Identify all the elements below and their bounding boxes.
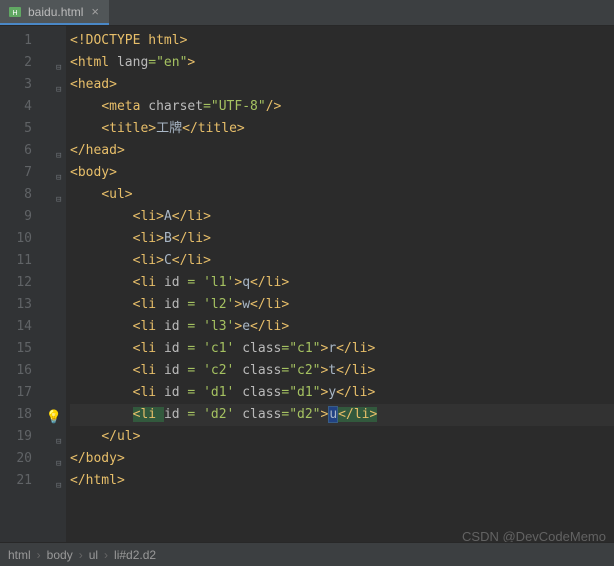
code-area[interactable]: <!DOCTYPE html> ⊟<html lang="en"> ⊟<head… xyxy=(50,26,614,542)
tab-bar: H baidu.html × xyxy=(0,0,614,26)
code-line[interactable]: ⊟<head> xyxy=(70,74,614,96)
code-line[interactable]: <title>工牌</title> xyxy=(70,118,614,140)
fold-icon[interactable]: ⊟ xyxy=(56,431,61,453)
line-number: 9 xyxy=(0,206,50,228)
chevron-right-icon: › xyxy=(79,548,83,562)
svg-text:H: H xyxy=(12,10,17,17)
line-number: 4 xyxy=(0,96,50,118)
line-number: 20 xyxy=(0,448,50,470)
line-number: 7 xyxy=(0,162,50,184)
code-line[interactable]: ⊟<html lang="en"> xyxy=(70,52,614,74)
code-line[interactable]: ⊟<body> xyxy=(70,162,614,184)
code-line-active[interactable]: <li id = 'd2' class="d2">u</li> xyxy=(70,404,614,426)
line-number: 11 xyxy=(0,250,50,272)
fold-icon[interactable]: ⊟ xyxy=(56,79,61,101)
code-line[interactable]: <li>C</li> xyxy=(70,250,614,272)
chevron-right-icon: › xyxy=(104,548,108,562)
fold-icon[interactable]: ⊟ xyxy=(56,453,61,475)
line-number: 14 xyxy=(0,316,50,338)
line-number: 5 xyxy=(0,118,50,140)
tab-file[interactable]: H baidu.html × xyxy=(0,0,109,25)
fold-icon[interactable]: ⊟ xyxy=(56,57,61,79)
breadcrumb: html › body › ul › li#d2.d2 xyxy=(0,542,614,566)
code-line[interactable]: <meta charset="UTF-8"/> xyxy=(70,96,614,118)
line-number: 10 xyxy=(0,228,50,250)
code-line[interactable]: ⊟ <ul> xyxy=(70,184,614,206)
code-line[interactable]: ⊟</head> xyxy=(70,140,614,162)
breadcrumb-item[interactable]: body xyxy=(47,548,73,562)
code-line[interactable]: <li id = 'c1' class="c1">r</li> xyxy=(70,338,614,360)
fold-icon[interactable]: ⊟ xyxy=(56,475,61,497)
code-line[interactable]: <li id = 'd1' class="d1">y</li> xyxy=(70,382,614,404)
line-number: 1 xyxy=(0,30,50,52)
line-number: 12 xyxy=(0,272,50,294)
line-number: 2 xyxy=(0,52,50,74)
code-line[interactable]: <!DOCTYPE html> xyxy=(70,30,614,52)
chevron-right-icon: › xyxy=(37,548,41,562)
code-line[interactable]: <li id = 'l3'>e</li> xyxy=(70,316,614,338)
line-number: 13 xyxy=(0,294,50,316)
line-number: 16 xyxy=(0,360,50,382)
code-line[interactable]: <li>B</li> xyxy=(70,228,614,250)
line-number: 15 xyxy=(0,338,50,360)
breadcrumb-item[interactable]: html xyxy=(8,548,31,562)
line-number: 6 xyxy=(0,140,50,162)
editor: 1 2 3 4 5 6 7 8 9 10 11 12 13 14 15 16 1… xyxy=(0,26,614,542)
fold-icon[interactable]: ⊟ xyxy=(56,189,61,211)
line-number: 21 xyxy=(0,470,50,492)
breadcrumb-item[interactable]: li#d2.d2 xyxy=(114,548,156,562)
line-number: 8 xyxy=(0,184,50,206)
code-line[interactable]: <li>A</li> xyxy=(70,206,614,228)
tab-filename: baidu.html xyxy=(28,5,83,19)
line-number: 19 xyxy=(0,426,50,448)
code-line[interactable]: <li id = 'l2'>w</li> xyxy=(70,294,614,316)
fold-icon[interactable]: ⊟ xyxy=(56,167,61,189)
code-line[interactable]: <li id = 'c2' class="c2">t</li> xyxy=(70,360,614,382)
code-line[interactable]: ⊟</body> xyxy=(70,448,614,470)
close-icon[interactable]: × xyxy=(89,4,101,19)
breadcrumb-item[interactable]: ul xyxy=(89,548,98,562)
code-line[interactable]: ⊟ </ul> xyxy=(70,426,614,448)
code-line[interactable]: <li id = 'l1'>q</li> xyxy=(70,272,614,294)
fold-icon[interactable]: ⊟ xyxy=(56,145,61,167)
line-number: 3 xyxy=(0,74,50,96)
line-number: 17 xyxy=(0,382,50,404)
gutter: 1 2 3 4 5 6 7 8 9 10 11 12 13 14 15 16 1… xyxy=(0,26,50,542)
html-file-icon: H xyxy=(8,5,22,19)
code-line[interactable]: ⊟</html> xyxy=(70,470,614,492)
line-number: 18💡 xyxy=(0,404,50,426)
